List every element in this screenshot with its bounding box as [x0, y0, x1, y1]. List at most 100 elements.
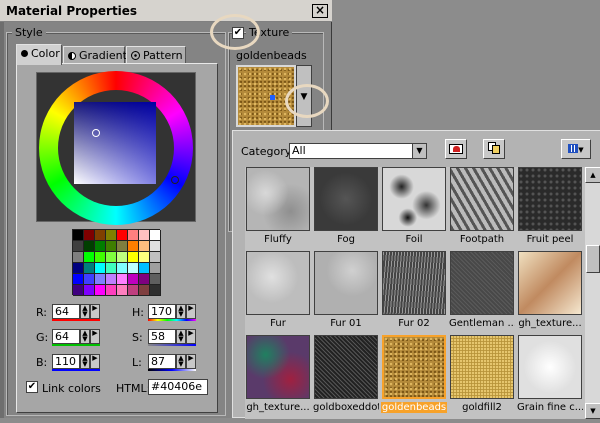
palette-swatch[interactable]	[73, 263, 84, 274]
chevron-down-icon[interactable]: ▼	[412, 144, 426, 158]
palette-swatch[interactable]	[106, 252, 117, 263]
scroll-up-button[interactable]: ▲	[585, 167, 600, 183]
texture-thumbnail[interactable]	[518, 335, 582, 399]
texture-item[interactable]: Gentleman ...	[449, 251, 515, 339]
palette-swatch[interactable]	[139, 230, 150, 241]
palette-swatch[interactable]	[95, 252, 106, 263]
texture-thumbnail[interactable]	[246, 251, 310, 315]
palette-swatch[interactable]	[73, 274, 84, 285]
palette-swatch[interactable]	[128, 274, 139, 285]
copy-button[interactable]	[483, 139, 505, 159]
texture-item[interactable]: Foil	[381, 167, 447, 255]
texture-item[interactable]: goldfill2	[449, 335, 515, 423]
palette-swatch[interactable]	[117, 285, 128, 296]
palette-swatch[interactable]	[106, 230, 117, 241]
texture-item[interactable]: Fur	[245, 251, 311, 339]
texture-item[interactable]: Fur 02	[381, 251, 447, 339]
palette-swatch[interactable]	[117, 252, 128, 263]
palette-swatch[interactable]	[128, 285, 139, 296]
palette-swatch[interactable]	[106, 263, 117, 274]
palette-swatch[interactable]	[117, 274, 128, 285]
texture-item[interactable]: Fruit peel	[517, 167, 583, 255]
texture-thumbnail[interactable]	[450, 251, 514, 315]
link-colors-checkbox[interactable]: ✔	[26, 381, 38, 393]
texture-item[interactable]: Footpath	[449, 167, 515, 255]
tab-pattern[interactable]: Pattern	[126, 46, 186, 64]
texture-item[interactable]: Grain fine c...	[517, 335, 583, 423]
html-color-field[interactable]: #40406e	[148, 379, 208, 395]
palette-swatch[interactable]	[95, 230, 106, 241]
palette-swatch[interactable]	[84, 252, 95, 263]
texture-thumbnail[interactable]	[246, 335, 310, 399]
l-spinner[interactable]: ▲ ▼	[176, 354, 186, 369]
palette-swatch[interactable]	[73, 230, 84, 241]
palette-swatch[interactable]	[117, 263, 128, 274]
palette-swatch[interactable]	[73, 252, 84, 263]
b-field[interactable]: 110	[52, 354, 80, 369]
palette-swatch[interactable]	[117, 230, 128, 241]
color-palette[interactable]	[72, 229, 161, 296]
palette-swatch[interactable]	[139, 252, 150, 263]
palette-swatch[interactable]	[95, 274, 106, 285]
hue-marker[interactable]	[171, 176, 179, 184]
h-spinner[interactable]: ▲ ▼	[176, 304, 186, 319]
palette-swatch[interactable]	[84, 274, 95, 285]
b-slider-button[interactable]: ▶	[90, 354, 100, 369]
texture-thumbnail[interactable]	[314, 167, 378, 231]
palette-swatch[interactable]	[139, 263, 150, 274]
r-slider-button[interactable]: ▶	[90, 304, 100, 319]
texture-item[interactable]: gh_texture...	[517, 251, 583, 339]
h-field[interactable]: 170	[148, 304, 176, 319]
palette-swatch[interactable]	[139, 241, 150, 252]
palette-swatch[interactable]	[128, 252, 139, 263]
texture-item[interactable]: Fluffy	[245, 167, 311, 255]
texture-item[interactable]: Fur 01	[313, 251, 379, 339]
l-field[interactable]: 87	[148, 354, 176, 369]
favorites-button[interactable]	[445, 139, 467, 159]
palette-swatch[interactable]	[95, 263, 106, 274]
texture-thumbnail[interactable]	[450, 167, 514, 231]
texture-scrollbar[interactable]: ▲ ▼	[585, 167, 600, 419]
texture-thumbnail[interactable]	[314, 251, 378, 315]
palette-swatch[interactable]	[150, 252, 161, 263]
palette-swatch[interactable]	[84, 241, 95, 252]
texture-thumbnail[interactable]	[246, 167, 310, 231]
s-slider-button[interactable]: ▶	[186, 329, 196, 344]
r-field[interactable]: 64	[52, 304, 80, 319]
texture-item[interactable]: gh_texture...	[245, 335, 311, 423]
texture-thumbnail[interactable]	[382, 251, 446, 315]
palette-swatch[interactable]	[150, 230, 161, 241]
h-slider-button[interactable]: ▶	[186, 304, 196, 319]
palette-swatch[interactable]	[106, 274, 117, 285]
palette-swatch[interactable]	[128, 241, 139, 252]
palette-swatch[interactable]	[73, 285, 84, 296]
close-button[interactable]: ×	[312, 4, 328, 18]
r-spinner[interactable]: ▲ ▼	[80, 304, 90, 319]
texture-thumbnail[interactable]	[314, 335, 378, 399]
view-options-button[interactable]: ▼	[561, 139, 591, 159]
palette-swatch[interactable]	[117, 241, 128, 252]
tab-gradient[interactable]: Gradient	[63, 46, 127, 64]
scroll-thumb[interactable]	[586, 245, 600, 273]
texture-thumbnail[interactable]	[382, 335, 446, 399]
palette-swatch[interactable]	[95, 241, 106, 252]
texture-thumbnail[interactable]	[450, 335, 514, 399]
palette-swatch[interactable]	[150, 285, 161, 296]
color-wheel-picker[interactable]	[36, 71, 196, 225]
texture-thumbnail[interactable]	[518, 251, 582, 315]
palette-swatch[interactable]	[139, 274, 150, 285]
palette-swatch[interactable]	[84, 263, 95, 274]
scroll-down-button[interactable]: ▼	[585, 403, 600, 419]
texture-thumbnail[interactable]	[382, 167, 446, 231]
b-spinner[interactable]: ▲ ▼	[80, 354, 90, 369]
tab-color[interactable]: Color	[16, 44, 62, 65]
texture-item[interactable]: goldboxeddot	[313, 335, 379, 423]
palette-swatch[interactable]	[73, 241, 84, 252]
palette-swatch[interactable]	[106, 241, 117, 252]
saturation-lightness-square[interactable]	[74, 102, 156, 184]
palette-swatch[interactable]	[84, 285, 95, 296]
s-field[interactable]: 58	[148, 329, 176, 344]
texture-item[interactable]: Fog	[313, 167, 379, 255]
s-spinner[interactable]: ▲ ▼	[176, 329, 186, 344]
title-bar[interactable]: Material Properties ×	[0, 0, 332, 22]
